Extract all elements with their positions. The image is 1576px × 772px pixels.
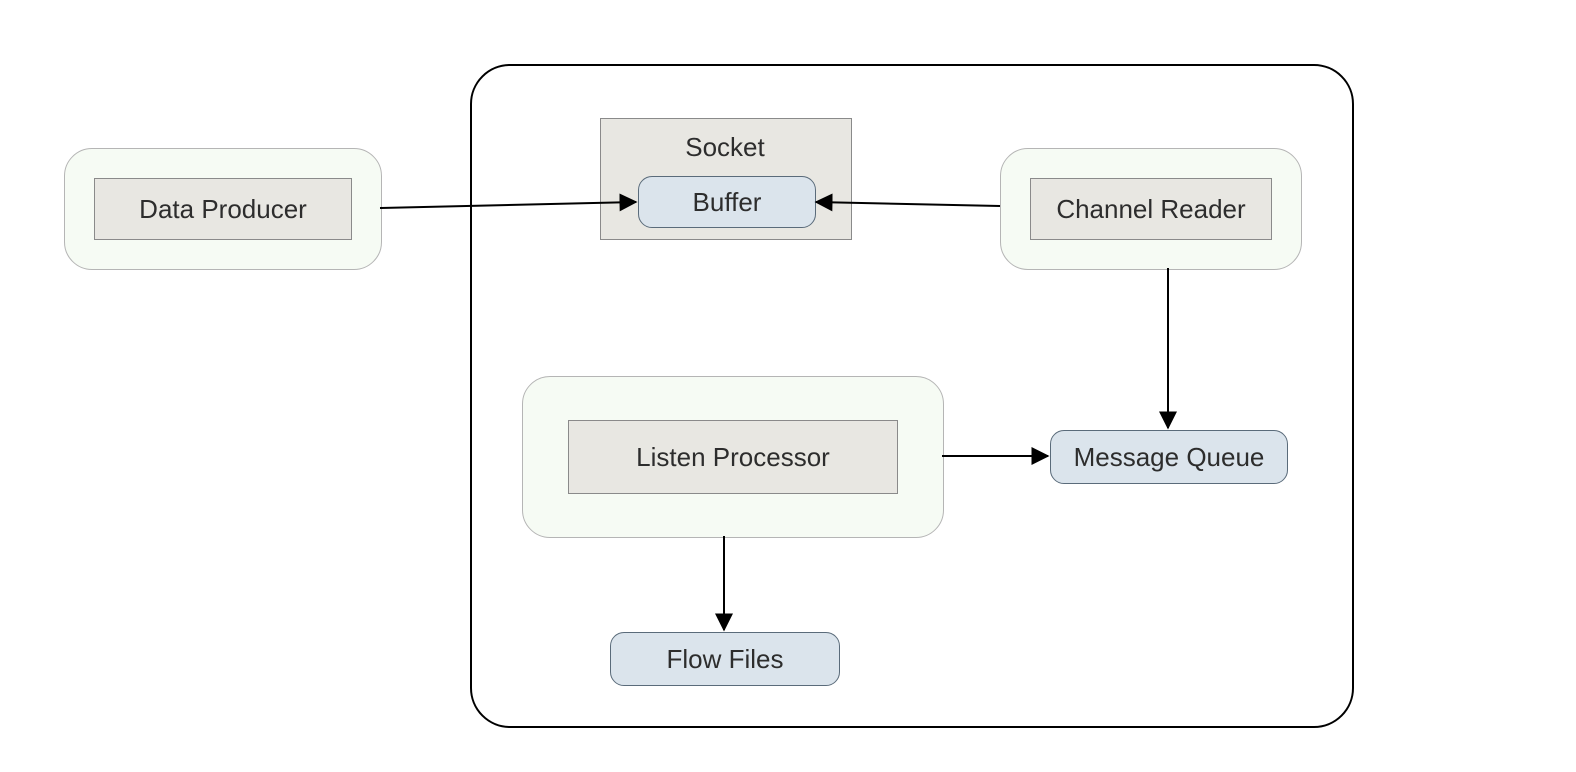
- data-producer-label: Data Producer: [139, 194, 307, 225]
- flow-files-label: Flow Files: [666, 644, 783, 675]
- diagram-stage: Data Producer Socket Buffer Channel Read…: [0, 0, 1576, 772]
- channel-reader-box: Channel Reader: [1030, 178, 1272, 240]
- buffer-label: Buffer: [693, 187, 762, 218]
- data-producer-box: Data Producer: [94, 178, 352, 240]
- listen-processor-label: Listen Processor: [636, 442, 830, 473]
- listen-processor-box: Listen Processor: [568, 420, 898, 494]
- message-queue-pill: Message Queue: [1050, 430, 1288, 484]
- message-queue-label: Message Queue: [1074, 442, 1265, 473]
- flow-files-pill: Flow Files: [610, 632, 840, 686]
- socket-label: Socket: [600, 132, 850, 163]
- buffer-pill: Buffer: [638, 176, 816, 228]
- channel-reader-label: Channel Reader: [1056, 194, 1245, 225]
